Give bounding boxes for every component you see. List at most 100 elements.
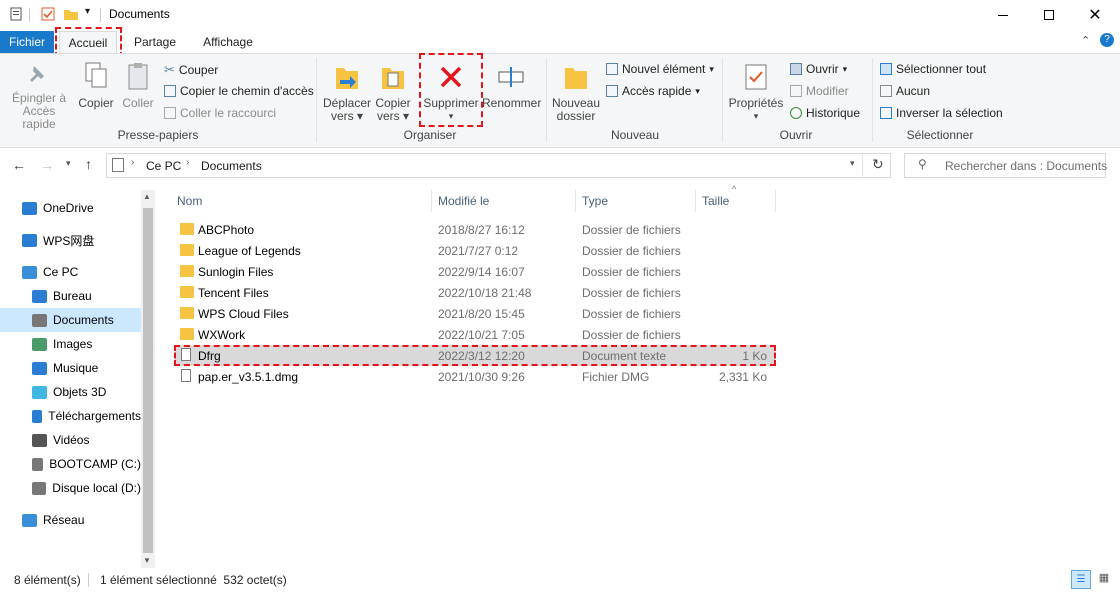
- easy-access-button[interactable]: Accès rapide ▾: [606, 84, 700, 98]
- file-row[interactable]: Tencent Files 2022/10/18 21:48 Dossier de …: [175, 282, 775, 303]
- file-row[interactable]: WXWork 2022/10/21 7:05 Dossier de fichiers: [175, 324, 775, 345]
- address-dropdown-icon[interactable]: ▾: [850, 158, 855, 169]
- nav-item-objets-3d[interactable]: Objets 3D: [0, 380, 141, 404]
- file-type: Dossier de fichiers: [582, 306, 681, 321]
- open-button[interactable]: Ouvrir ▾: [790, 62, 847, 76]
- nav-item-disque-local-d-[interactable]: Disque local (D:): [0, 476, 141, 500]
- move-to-button[interactable]: Déplacer vers ▾: [322, 62, 372, 123]
- scissors-icon: ✂: [164, 62, 175, 77]
- refresh-icon[interactable]: ↻: [872, 156, 884, 173]
- group-ouvrir: Ouvrir: [779, 128, 813, 142]
- divider: [29, 8, 30, 22]
- paste-label: Coller: [122, 96, 154, 110]
- new-folder-button[interactable]: Nouveau dossier: [550, 62, 602, 123]
- paste-shortcut-button[interactable]: Coller le raccourci: [164, 106, 276, 120]
- ribbon-separator: [316, 58, 317, 142]
- maximize-button[interactable]: [1026, 0, 1072, 30]
- copy-label: Copier: [78, 96, 114, 110]
- select-all-button[interactable]: Sélectionner tout: [880, 62, 986, 76]
- file-date: 2022/10/21 7:05: [438, 327, 525, 342]
- recent-locations-chevron-icon[interactable]: ▾: [66, 158, 71, 169]
- edit-icon: [790, 85, 802, 97]
- file-date: 2021/8/20 15:45: [438, 306, 525, 321]
- nav-item-onedrive[interactable]: OneDrive: [0, 196, 141, 220]
- copy-button[interactable]: Copier: [76, 60, 116, 110]
- nav-item-wps-[interactable]: WPS网盘: [0, 228, 141, 252]
- collapse-ribbon-icon[interactable]: ⌃: [1081, 34, 1090, 47]
- minimize-button[interactable]: [980, 0, 1026, 30]
- folder-icon: [180, 328, 194, 340]
- paste-button[interactable]: Coller: [119, 60, 157, 110]
- shortcut-icon: [164, 107, 176, 119]
- breadcrumb-documents[interactable]: Documents: [201, 159, 262, 173]
- nav-item-t-l-chargements[interactable]: Téléchargements: [0, 404, 141, 428]
- new-item-button[interactable]: Nouvel élément ▾: [606, 62, 714, 76]
- network-icon: [22, 513, 37, 527]
- file-row[interactable]: Sunlogin Files 2022/9/14 16:07 Dossier de …: [175, 261, 775, 282]
- forward-arrow-icon[interactable]: →: [40, 157, 54, 173]
- nav-scrollbar-thumb[interactable]: [143, 208, 153, 553]
- properties-quick-icon[interactable]: [8, 6, 24, 22]
- file-icon: [181, 369, 191, 382]
- nav-item-images[interactable]: Images: [0, 332, 141, 356]
- history-button[interactable]: Historique: [790, 106, 860, 120]
- copy-path-button[interactable]: Copier le chemin d'accès: [164, 84, 314, 98]
- open-icon: [790, 63, 802, 75]
- select-none-label: Aucun: [896, 84, 931, 98]
- nav-item-vid-os[interactable]: Vidéos: [0, 428, 141, 452]
- chevron-down-icon: ▾: [753, 111, 759, 121]
- copy-to-label-2: vers ▾: [376, 109, 410, 123]
- copy-icon: [85, 62, 107, 88]
- nav-item-r-seau[interactable]: Réseau: [0, 508, 141, 532]
- properties-button[interactable]: Propriétés ▾: [726, 62, 786, 123]
- column-divider[interactable]: [695, 190, 696, 212]
- column-divider[interactable]: [431, 190, 432, 212]
- breadcrumb-ce-pc[interactable]: Ce PC: [146, 159, 181, 173]
- column-nom[interactable]: Nom: [177, 190, 202, 212]
- column-modifie-le[interactable]: Modifié le: [438, 190, 489, 212]
- help-icon[interactable]: ?: [1100, 33, 1114, 47]
- nav-item-ce-pc[interactable]: Ce PC: [0, 260, 141, 284]
- file-row[interactable]: WPS Cloud Files 2021/8/20 15:45 Dossier de…: [175, 303, 775, 324]
- file-type: Dossier de fichiers: [582, 243, 681, 258]
- pin-quick-access-button[interactable]: Épingler à Accès rapide: [6, 62, 72, 131]
- scroll-up-icon[interactable]: ▲: [143, 192, 151, 201]
- column-taille[interactable]: Taille: [702, 190, 729, 212]
- nav-item-documents[interactable]: Documents: [0, 308, 141, 332]
- column-type[interactable]: Type: [582, 190, 608, 212]
- divider: [88, 573, 89, 587]
- file-row[interactable]: pap.er_v3.5.1.dmg 2021/10/30 9:26 Fichier …: [175, 366, 775, 387]
- checklist-quick-icon[interactable]: [40, 6, 56, 22]
- easy-access-label: Accès rapide: [622, 84, 692, 98]
- cube-icon: [32, 385, 47, 399]
- nav-item-musique[interactable]: Musique: [0, 356, 141, 380]
- scroll-down-icon[interactable]: ▼: [143, 556, 151, 565]
- new-folder-icon: [565, 68, 587, 89]
- nav-item-bureau[interactable]: Bureau: [0, 284, 141, 308]
- large-icons-view-icon[interactable]: ▦: [1094, 570, 1114, 589]
- column-divider[interactable]: [575, 190, 576, 212]
- select-none-button[interactable]: Aucun: [880, 84, 930, 98]
- details-view-icon[interactable]: ☰: [1071, 570, 1091, 589]
- back-arrow-icon[interactable]: ←: [12, 157, 26, 173]
- close-button[interactable]: ✕: [1072, 0, 1118, 30]
- cut-button[interactable]: ✂ Couper: [164, 62, 218, 78]
- column-divider[interactable]: [775, 190, 776, 212]
- file-row[interactable]: League of Legends 2021/7/27 0:12 Dossier d…: [175, 240, 775, 261]
- invert-selection-button[interactable]: Inverser la sélection: [880, 106, 1003, 120]
- folder-quick-icon[interactable]: [63, 6, 79, 22]
- tab-affichage[interactable]: Affichage: [192, 31, 264, 53]
- tab-partage[interactable]: Partage: [124, 31, 186, 53]
- tab-fichier[interactable]: Fichier: [0, 31, 54, 53]
- copy-to-icon: [382, 68, 404, 89]
- file-row[interactable]: ABCPhoto 2018/8/27 16:12 Dossier de fichie…: [175, 219, 775, 240]
- rename-button[interactable]: Renommer: [482, 62, 541, 110]
- copy-to-button[interactable]: Copier vers ▾: [372, 62, 414, 123]
- folder-icon: [180, 244, 194, 256]
- chevron-down-icon[interactable]: ▾: [85, 6, 90, 17]
- up-arrow-icon[interactable]: ↑: [85, 156, 92, 172]
- nav-item-bootcamp-c-[interactable]: BOOTCAMP (C:): [0, 452, 141, 476]
- file-name: pap.er_v3.5.1.dmg: [198, 369, 299, 384]
- search-placeholder: Rechercher dans : Documents: [945, 159, 1108, 173]
- edit-button[interactable]: Modifier: [790, 84, 849, 98]
